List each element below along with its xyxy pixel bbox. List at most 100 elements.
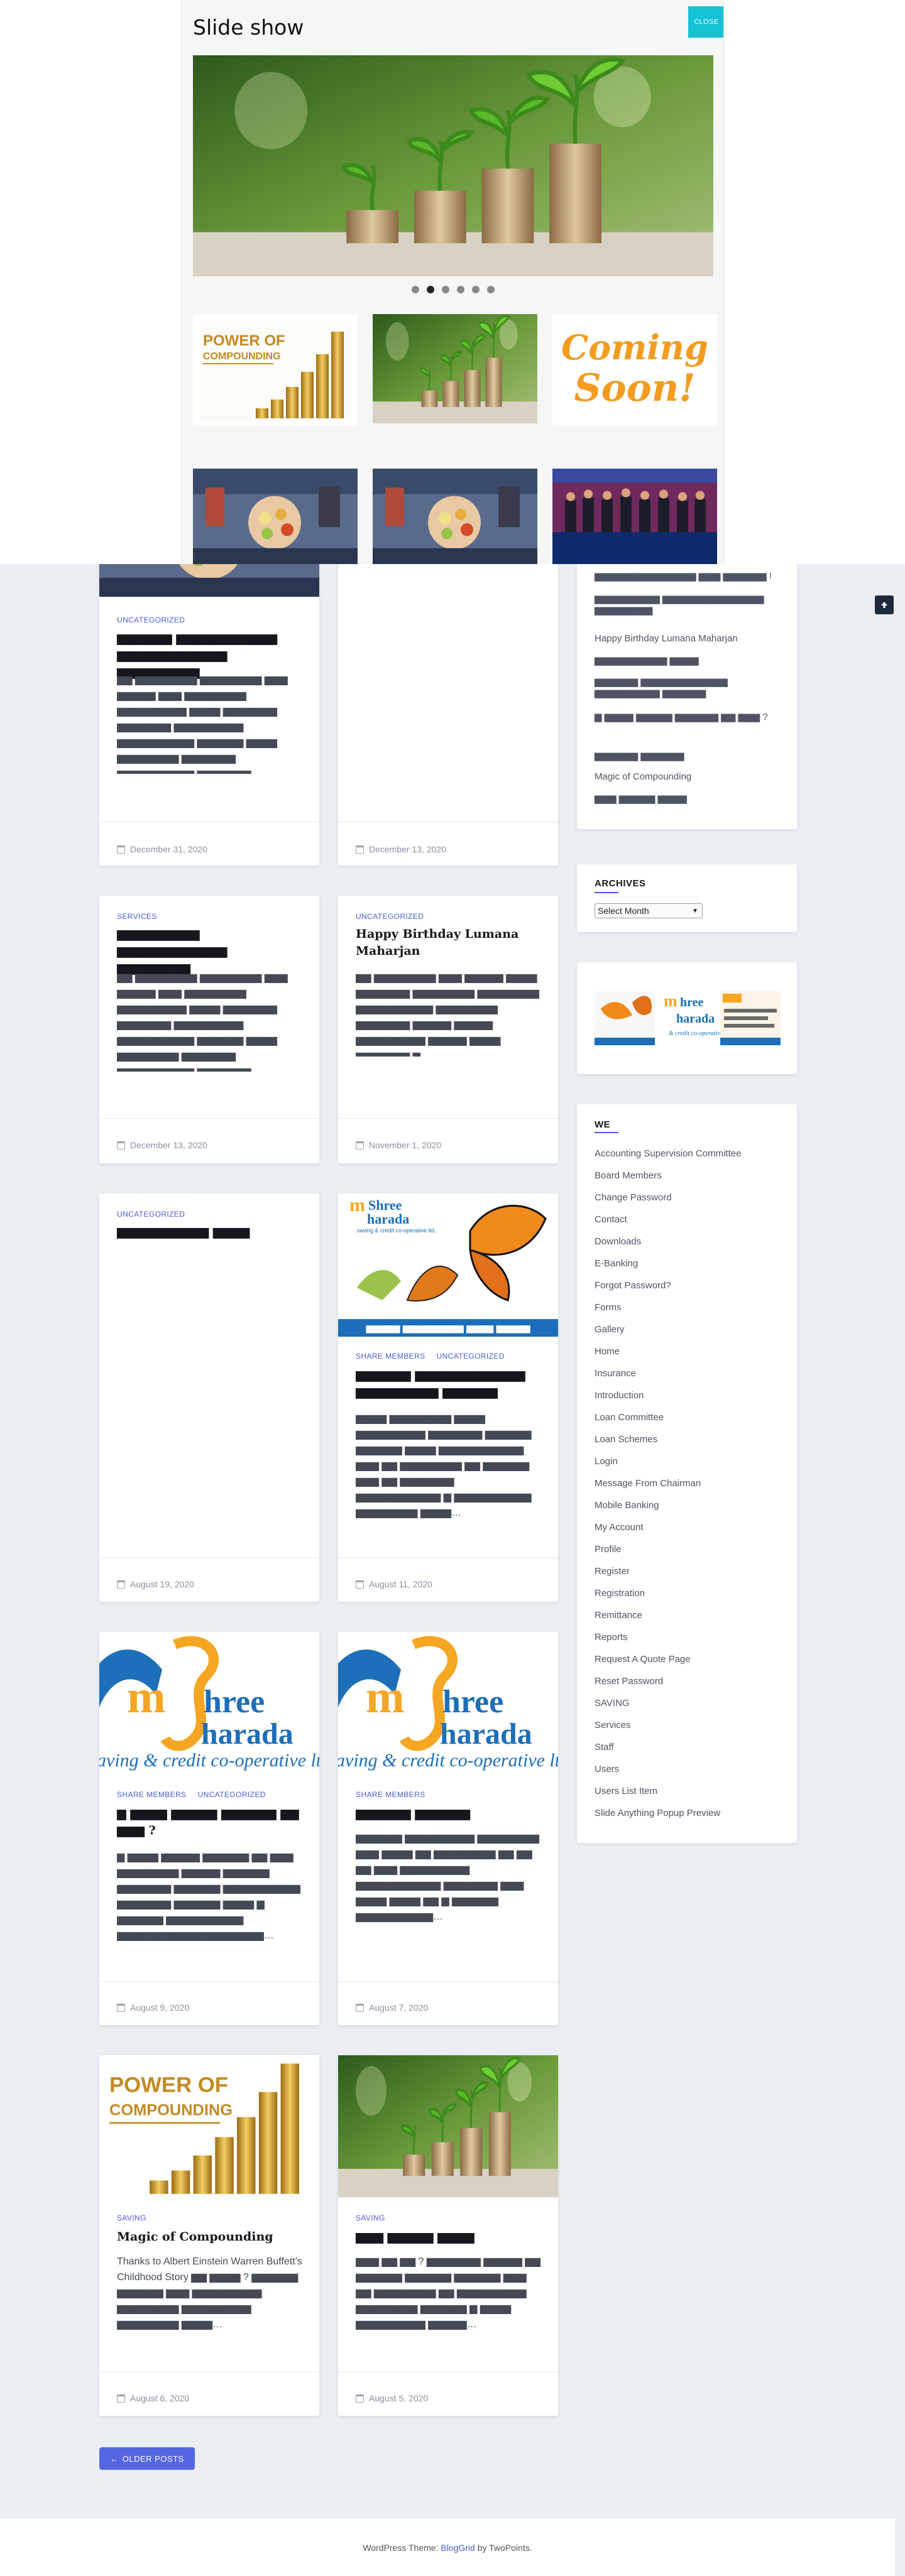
post-date[interactable]: August 6, 2020 <box>117 2393 189 2403</box>
close-button[interactable]: CLOSE <box>688 6 723 38</box>
page-link[interactable]: E-Banking <box>595 1258 638 1269</box>
older-posts-button[interactable]: ← OLDER POSTS <box>99 2447 195 2470</box>
page-link[interactable]: Reports <box>595 1632 628 1643</box>
page-link[interactable]: Board Members <box>595 1170 662 1181</box>
post-categories: SHARE MEMBERS UNCATEGORIZED <box>356 1352 505 1361</box>
promo-banner[interactable]: m hree harada & credit co-operativ <box>595 984 781 1053</box>
thumb-ceremony-2[interactable] <box>373 469 537 564</box>
recent-post-link[interactable]: Magic of Compounding <box>595 771 691 782</box>
post-thumbnail[interactable] <box>99 2055 319 2197</box>
slide-main-image[interactable] <box>193 55 713 276</box>
category-link[interactable]: UNCATEGORIZED <box>117 616 185 624</box>
slide-dot[interactable] <box>412 286 419 293</box>
category-link[interactable]: UNCATEGORIZED <box>356 912 424 921</box>
post-title[interactable]: Magic of Compounding <box>117 2229 303 2246</box>
post-date[interactable]: August 9, 2020 <box>117 2003 189 2013</box>
page-link[interactable]: Home <box>595 1346 620 1357</box>
page-link[interactable]: Slide Anything Popup Preview <box>595 1808 720 1818</box>
thumb-coming-soon[interactable]: Coming Soon! <box>552 314 717 426</box>
thumb-power-of-compounding[interactable]: POWER OF COMPOUNDING <box>193 314 358 426</box>
post-title[interactable]: ▆▆▆▆▆▆ ▆▆▆▆▆▆▆▆▆▆▆▆ ▆▆▆▆▆▆▆▆▆ ▆▆▆▆▆▆ <box>356 1367 542 1401</box>
post-date[interactable]: August 7, 2020 <box>356 2003 428 2013</box>
page-link[interactable]: Loan Committee <box>595 1412 664 1423</box>
post-date-text: December 13, 2020 <box>369 844 446 854</box>
page-link[interactable]: Profile <box>595 1544 622 1555</box>
post-thumbnail[interactable]: m Shree harada saving & credit co-operat… <box>338 1193 558 1337</box>
category-link[interactable]: UNCATEGORIZED <box>117 1210 185 1219</box>
recent-post-link[interactable]: ▆▆▆▆▆▆ ▆▆▆▆▆▆▆▆▆▆▆▆ ▆▆▆▆▆▆▆▆▆ ▆▆▆▆▆▆ <box>595 676 781 698</box>
scroll-to-top-button[interactable] <box>875 595 894 614</box>
recent-post-link[interactable]: Happy Birthday Lumana Maharjan <box>595 633 738 644</box>
recent-post-link[interactable]: ▆▆▆▆▆▆▆▆▆▆ ▆▆▆▆ <box>595 655 699 666</box>
svg-text:harada: harada <box>676 1012 715 1026</box>
page-link[interactable]: Introduction <box>595 1390 644 1401</box>
page-link[interactable]: My Account <box>595 1522 644 1533</box>
category-link[interactable]: UNCATEGORIZED <box>198 1790 266 1799</box>
post-title[interactable]: ▆ ▆▆▆▆ ▆▆▆▆▆ ▆▆▆▆▆▆ ▆▆ ▆▆▆ ? <box>117 1805 303 1839</box>
page-link[interactable]: Remittance <box>595 1610 642 1621</box>
slide-dot[interactable] <box>427 286 434 293</box>
recent-post-link[interactable]: ▆▆▆ ▆▆▆▆▆ ▆▆▆▆ <box>595 793 687 804</box>
page-link[interactable]: Request A Quote Page <box>595 1654 691 1665</box>
post-date[interactable]: August 11, 2020 <box>356 1579 432 1589</box>
recent-post-link[interactable]: ▆▆▆▆▆▆ ▆▆▆▆▆▆ <box>595 750 684 761</box>
category-link[interactable]: SERVICES <box>117 912 157 921</box>
category-link[interactable]: SAVING <box>117 2214 146 2222</box>
recent-post-link[interactable]: ▆▆▆▆▆▆▆▆▆▆▆▆▆▆ ▆▆▆ ▆▆▆▆▆▆ ! <box>595 570 772 582</box>
page-link[interactable]: Users <box>595 1764 619 1774</box>
slide-dot[interactable] <box>487 286 495 293</box>
post-date[interactable]: August 5, 2020 <box>356 2393 428 2403</box>
post-date-text: August 11, 2020 <box>369 1579 432 1589</box>
post-card: SERVICES ▆▆▆▆▆▆▆▆▆ ▆▆▆▆▆▆▆▆▆▆▆▆ ▆▆▆▆▆▆▆▆… <box>99 896 319 1163</box>
recent-post-link[interactable]: ▆ ▆▆▆▆ ▆▆▆▆▆ ▆▆▆▆▆▆ ▆▆ ▆▆▆ ? <box>595 711 781 722</box>
post-date[interactable]: December 13, 2020 <box>117 1140 207 1150</box>
post-date[interactable]: December 13, 2020 <box>356 844 446 854</box>
thumb-ceremony-1[interactable] <box>193 469 358 564</box>
page-link[interactable]: Gallery <box>595 1324 625 1335</box>
post-title[interactable]: ▆▆▆ ▆▆▆▆▆ ▆▆▆▆ <box>356 2229 542 2246</box>
category-link[interactable]: SAVING <box>356 2214 385 2222</box>
page-link[interactable]: Forms <box>595 1302 622 1313</box>
category-link[interactable]: UNCATEGORIZED <box>437 1352 505 1361</box>
post-date-text: August 6, 2020 <box>130 2393 190 2403</box>
recent-post-link[interactable]: ▆▆▆▆▆▆▆▆▆ ▆▆▆▆▆▆▆▆▆▆▆▆▆▆ ▆▆▆▆▆▆▆▆ <box>595 593 781 616</box>
page-link[interactable]: Users List Item <box>595 1786 657 1796</box>
page-link[interactable]: Staff <box>595 1742 614 1753</box>
svg-text:& credit co-operativ: & credit co-operativ <box>669 1030 720 1037</box>
page-link[interactable]: Accounting Supervision Committee <box>595 1148 741 1159</box>
post-thumbnail[interactable] <box>338 2055 558 2197</box>
page-link[interactable]: Forgot Password? <box>595 1280 671 1291</box>
post-date[interactable]: December 31, 2020 <box>117 844 207 854</box>
category-link[interactable]: SHARE MEMBERS <box>356 1352 425 1361</box>
page-link[interactable]: Services <box>595 1720 631 1731</box>
post-thumbnail[interactable]: m hree harada aving & credit co-operativ… <box>99 1632 319 1774</box>
post-date[interactable]: August 19, 2020 <box>117 1579 194 1589</box>
page-link[interactable]: SAVING <box>595 1698 630 1709</box>
page-link[interactable]: Message From Chairman <box>595 1478 701 1489</box>
slide-dot[interactable] <box>457 286 464 293</box>
category-link[interactable]: SHARE MEMBERS <box>356 1790 425 1799</box>
post-title[interactable]: ▆▆▆▆▆▆▆▆▆ ▆▆▆▆▆▆▆▆▆▆▆▆ ▆▆▆▆▆▆▆▆ <box>117 926 303 977</box>
post-date[interactable]: November 1, 2020 <box>356 1140 441 1150</box>
slide-dot[interactable] <box>442 286 449 293</box>
page-link[interactable]: Mobile Banking <box>595 1500 659 1511</box>
footer-theme-link[interactable]: BlogGrid <box>441 2543 474 2553</box>
post-thumbnail[interactable]: m hree harada aving & credit co-operativ… <box>338 1632 558 1774</box>
archives-select[interactable]: Select Month ▼ <box>595 903 703 918</box>
page-link[interactable]: Contact <box>595 1214 627 1225</box>
slide-dot[interactable] <box>472 286 480 293</box>
post-title[interactable]: ▆▆▆▆▆▆ ▆▆▆▆▆▆ <box>356 1805 542 1822</box>
thumb-coins-plants[interactable] <box>373 314 537 423</box>
page-link[interactable]: Registration <box>595 1588 645 1599</box>
thumb-conference[interactable] <box>552 469 717 564</box>
post-title[interactable]: Happy Birthday Lumana Maharjan <box>356 926 542 960</box>
category-link[interactable]: SHARE MEMBERS <box>117 1790 187 1799</box>
page-link[interactable]: Reset Password <box>595 1676 663 1687</box>
page-link[interactable]: Login <box>595 1456 618 1467</box>
page-link[interactable]: Insurance <box>595 1368 636 1379</box>
page-link[interactable]: Change Password <box>595 1192 672 1203</box>
page-link[interactable]: Downloads <box>595 1236 641 1247</box>
page-link[interactable]: Register <box>595 1566 630 1577</box>
post-title[interactable]: ▆▆▆▆▆▆▆▆▆▆ ▆▆▆▆ <box>117 1224 303 1241</box>
page-link[interactable]: Loan Schemes <box>595 1434 657 1445</box>
